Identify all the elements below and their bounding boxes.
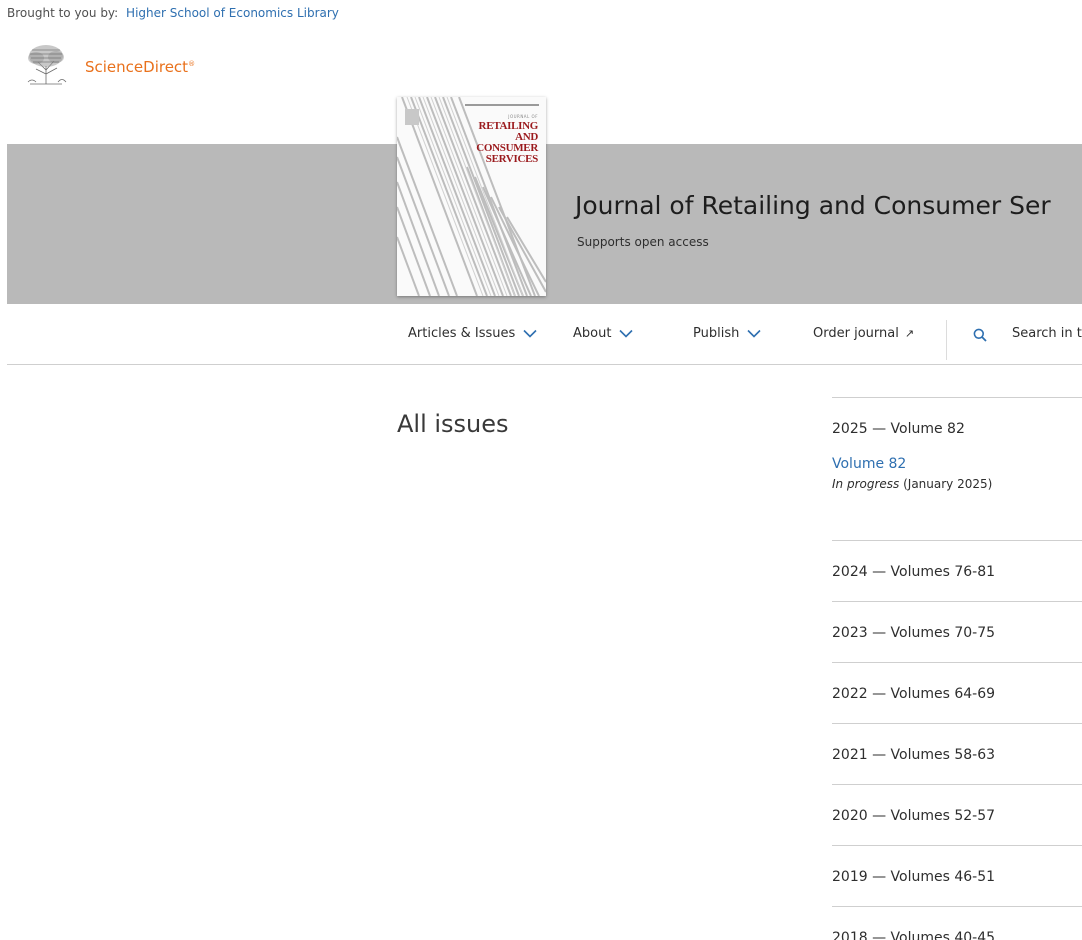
nav-about-label: About <box>573 326 612 341</box>
chevron-down-icon <box>523 329 537 338</box>
journal-nav: Articles & Issues About Publish Order jo… <box>0 320 1082 360</box>
issue-group-2024: 2024 — Volumes 76-81 <box>832 540 1082 601</box>
sponsor-line: Brought to you by: Higher School of Econ… <box>7 6 339 20</box>
page-heading: All issues <box>397 410 509 438</box>
external-link-icon: ↗ <box>904 327 915 340</box>
nav-divider <box>946 320 947 360</box>
journal-title[interactable]: Journal of Retailing and Consumer Ser <box>575 191 1051 220</box>
nav-bottom-border <box>7 364 1082 365</box>
cover-issn-strip <box>465 104 539 106</box>
elsevier-tree-logo-icon[interactable] <box>22 44 70 86</box>
issue-group-2025: 2025 — Volume 82 Volume 82 In progress (… <box>832 397 1082 540</box>
sciencedirect-logo[interactable]: ScienceDirect® <box>85 58 195 76</box>
nav-about[interactable]: About <box>573 326 634 341</box>
year-toggle[interactable]: 2018 — Volumes 40-45 <box>832 907 1082 940</box>
volume-link[interactable]: Volume 82 <box>832 456 1082 472</box>
chevron-down-icon <box>619 329 634 338</box>
year-toggle[interactable]: 2019 — Volumes 46-51 <box>832 846 1082 906</box>
issue-group-2021: 2021 — Volumes 58-63 <box>832 723 1082 784</box>
nav-order-journal[interactable]: Order journal ↗ <box>813 326 914 341</box>
year-toggle[interactable]: 2021 — Volumes 58-63 <box>832 724 1082 784</box>
year-toggle[interactable]: 2022 — Volumes 64-69 <box>832 663 1082 723</box>
nav-publish[interactable]: Publish <box>693 326 761 341</box>
volume-status: In progress (January 2025) <box>832 477 1082 491</box>
sponsor-label: Brought to you by: <box>7 6 119 20</box>
journal-cover-image[interactable]: JOURNAL OF RETAILING AND CONSUMER SERVIC… <box>397 97 546 296</box>
year-toggle[interactable]: 2020 — Volumes 52-57 <box>832 785 1082 845</box>
cover-title-line: SERVICES <box>485 153 539 165</box>
cover-journal-of: JOURNAL OF <box>508 114 538 119</box>
issue-group-2022: 2022 — Volumes 64-69 <box>832 662 1082 723</box>
brand-name: ScienceDirect <box>85 58 189 76</box>
open-access-note: Supports open access <box>577 235 709 249</box>
search-icon[interactable] <box>973 328 987 342</box>
nav-articles-label: Articles & Issues <box>408 326 516 341</box>
chevron-down-icon <box>747 329 761 338</box>
issues-list: 2025 — Volume 82 Volume 82 In progress (… <box>832 397 1082 940</box>
brand-mark: ® <box>188 60 196 68</box>
institution-link[interactable]: Higher School of Economics Library <box>126 6 339 20</box>
issue-group-2020: 2020 — Volumes 52-57 <box>832 784 1082 845</box>
page: Brought to you by: Higher School of Econ… <box>0 0 1082 940</box>
issue-group-2019: 2019 — Volumes 46-51 <box>832 845 1082 906</box>
status-italic: In progress <box>832 477 900 491</box>
nav-publish-label: Publish <box>693 326 740 341</box>
nav-articles-issues[interactable]: Articles & Issues <box>408 326 537 341</box>
issue-group-2018: 2018 — Volumes 40-45 <box>832 906 1082 940</box>
nav-order-label: Order journal <box>813 326 899 341</box>
year-toggle[interactable]: 2023 — Volumes 70-75 <box>832 602 1082 662</box>
search-input[interactable]: Search in t <box>1012 326 1082 341</box>
cover-title: RETAILING AND CONSUMER SERVICES <box>476 121 538 165</box>
status-date: (January 2025) <box>899 477 993 491</box>
issue-group-2023: 2023 — Volumes 70-75 <box>832 601 1082 662</box>
year-toggle[interactable]: 2025 — Volume 82 <box>832 398 1082 437</box>
year-toggle[interactable]: 2024 — Volumes 76-81 <box>832 541 1082 601</box>
